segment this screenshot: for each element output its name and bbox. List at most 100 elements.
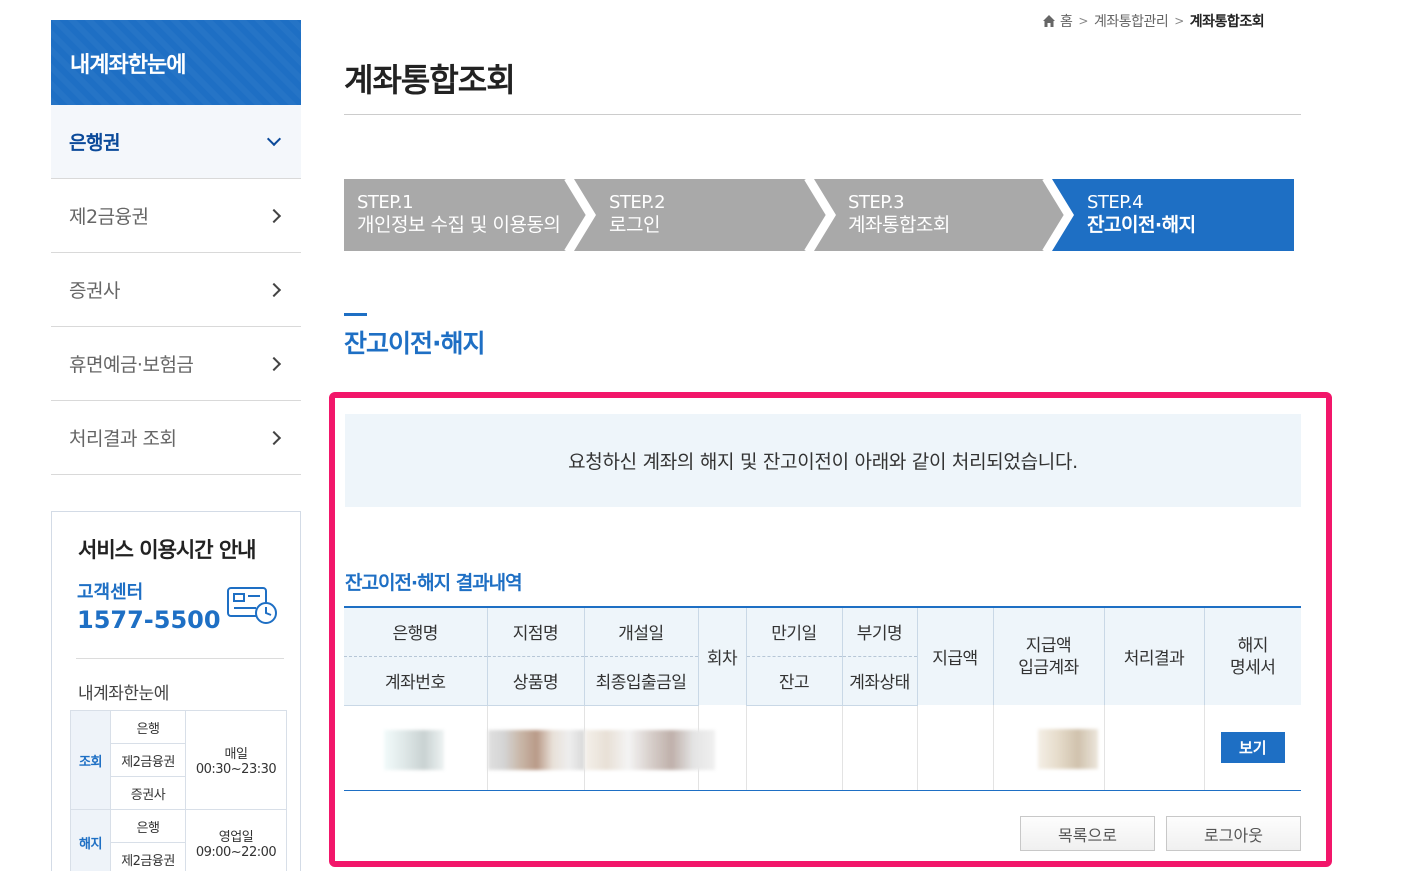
step-label: STEP.1 — [357, 192, 414, 213]
sidebar-item-dormant[interactable]: 휴면예금·보험금 — [51, 327, 301, 401]
step-desc: 로그인 — [609, 214, 660, 236]
sidebar-item-label: 은행권 — [69, 132, 120, 154]
inquiry-hours: 00:30~23:30 — [195, 762, 277, 777]
chevron-right-icon — [266, 430, 282, 445]
table-row: 보기 — [344, 705, 1301, 791]
breadcrumb-current: 계좌통합조회 — [1189, 14, 1265, 30]
service-hours-box: 서비스 이용시간 안내 고객센터 1577-5500 내계좌한눈에 조회 은행 … — [51, 511, 301, 871]
step-label: STEP.3 — [848, 192, 905, 213]
result-table: 은행명 지점명 개설일 회차 만기일 부기명 지급액 지급액 입금계좌 처리결과… — [344, 606, 1301, 791]
inquiry-day: 매일 — [224, 747, 248, 762]
col-product: 상품명 — [486, 656, 584, 706]
breadcrumb-parent[interactable]: 계좌통합관리 — [1094, 11, 1169, 31]
cell-result — [1103, 705, 1204, 791]
breadcrumb: 홈 > 계좌통합관리 > 계좌통합조회 — [1042, 11, 1265, 31]
sidebar-item-label: 처리결과 조회 — [69, 428, 177, 450]
step-4: STEP.4 잔고이전·해지 — [1087, 179, 1196, 251]
close-time: 영업일 09:00~22:00 — [185, 809, 287, 871]
close-day: 영업일 — [218, 829, 254, 845]
back-to-list-button[interactable]: 목록으로 — [1020, 816, 1155, 851]
col-bank: 은행명 — [344, 606, 487, 657]
sidebar-item-label: 제2금융권 — [69, 206, 149, 228]
section-accent-bar — [344, 313, 367, 316]
chevron-right-icon — [266, 356, 282, 371]
cell-branch-product — [486, 705, 585, 791]
category-close: 해지 — [70, 809, 111, 871]
step-3: STEP.3 계좌통합조회 — [848, 179, 950, 251]
step-desc: 개인정보 수집 및 이용동의 — [357, 214, 561, 236]
cell-certificate: 보기 — [1203, 705, 1301, 791]
cell-sub-status — [841, 705, 917, 791]
col-open-date: 개설일 — [583, 606, 698, 657]
sidebar-item-label: 휴면예금·보험금 — [69, 354, 194, 376]
col-round: 회차 — [697, 606, 746, 705]
cell-payout-account — [992, 705, 1104, 791]
col-certificate: 해지 명세서 — [1203, 606, 1301, 705]
close-hours: 09:00~22:00 — [195, 844, 277, 860]
step-2: STEP.2 로그인 — [609, 179, 666, 251]
section-title: 잔고이전·해지 — [344, 329, 485, 358]
redacted-block — [487, 729, 585, 770]
redacted-block — [1037, 729, 1098, 769]
col-maturity: 만기일 — [745, 606, 842, 657]
cell-payout — [916, 705, 993, 791]
col-payout-account: 지급액 입금계좌 — [992, 606, 1104, 705]
home-icon[interactable] — [1042, 14, 1056, 28]
service-hours-table: 조회 은행 매일 00:30~23:30 제2금융권 증권사 해지 은행 영업일… — [70, 710, 287, 871]
step-indicator: STEP.1 개인정보 수집 및 이용동의 STEP.2 로그인 STEP.3 … — [344, 179, 1294, 251]
page-title: 계좌통합조회 — [344, 61, 516, 99]
kind-bank: 은행 — [110, 809, 186, 843]
schedule-card-icon — [227, 587, 277, 624]
col-result: 처리결과 — [1103, 606, 1204, 705]
view-certificate-button[interactable]: 보기 — [1220, 731, 1285, 763]
kind-securities: 증권사 — [110, 776, 186, 810]
col-payout-amount-label: 지급액 — [1025, 635, 1072, 656]
col-branch: 지점명 — [486, 606, 584, 657]
col-balance: 잔고 — [745, 656, 842, 706]
completion-notice: 요청하신 계좌의 해지 및 잔고이전이 아래와 같이 처리되었습니다. — [345, 414, 1301, 507]
cell-dates — [583, 705, 715, 791]
redacted-block — [384, 729, 444, 770]
customer-center: 고객센터 1577-5500 — [52, 578, 300, 640]
sidebar-title: 내계좌한눈에 — [51, 20, 301, 105]
service-subtitle: 내계좌한눈에 — [78, 684, 169, 704]
sidebar: 내계좌한눈에 은행권 제2금융권 증권사 휴면예금·보험금 처리결과 조회 — [51, 20, 301, 475]
sidebar-item-results[interactable]: 처리결과 조회 — [51, 401, 301, 475]
sidebar-item-label: 증권사 — [69, 280, 120, 302]
chevron-right-icon — [266, 208, 282, 223]
sidebar-item-second-financial[interactable]: 제2금융권 — [51, 179, 301, 253]
result-title: 잔고이전·해지 결과내역 — [345, 572, 523, 594]
service-hours-title: 서비스 이용시간 안내 — [78, 538, 257, 562]
chevron-right-icon: > — [1078, 14, 1088, 28]
step-label: STEP.4 — [1087, 192, 1144, 213]
inquiry-time: 매일 00:30~23:30 — [185, 710, 287, 810]
col-status: 계좌상태 — [841, 656, 917, 706]
col-deposit-account-label: 입금계좌 — [1018, 657, 1079, 678]
redacted-block — [584, 729, 715, 770]
col-certificate-line1: 해지 — [1237, 635, 1269, 656]
chevron-down-icon — [266, 131, 282, 146]
divider — [344, 114, 1301, 115]
col-sub-name: 부기명 — [841, 606, 917, 657]
chevron-right-icon — [266, 282, 282, 297]
cell-maturity-balance — [745, 705, 842, 791]
kind-second-financial: 제2금융권 — [110, 743, 186, 777]
category-inquiry: 조회 — [70, 710, 111, 810]
chevron-right-icon: > — [1174, 14, 1184, 28]
breadcrumb-home[interactable]: 홈 — [1060, 11, 1073, 31]
sidebar-item-bank[interactable]: 은행권 — [51, 105, 301, 179]
step-desc: 잔고이전·해지 — [1087, 214, 1196, 236]
kind-bank: 은행 — [110, 710, 186, 744]
step-1: STEP.1 개인정보 수집 및 이용동의 — [357, 179, 561, 251]
col-payout: 지급액 — [916, 606, 993, 705]
kind-second-financial: 제2금융권 — [110, 842, 186, 871]
col-last-txn: 최종입출금일 — [583, 656, 698, 706]
logout-button[interactable]: 로그아웃 — [1166, 816, 1301, 851]
step-desc: 계좌통합조회 — [848, 214, 950, 236]
sidebar-item-securities[interactable]: 증권사 — [51, 253, 301, 327]
cell-bank-account — [344, 705, 487, 791]
col-account-no: 계좌번호 — [344, 656, 487, 706]
step-label: STEP.2 — [609, 192, 666, 213]
col-certificate-line2: 명세서 — [1230, 657, 1276, 678]
cell-round — [697, 705, 746, 791]
